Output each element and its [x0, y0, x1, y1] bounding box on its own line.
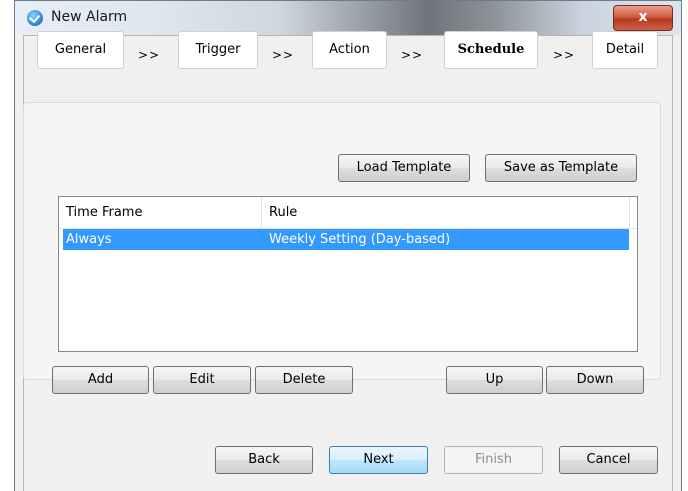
add-button[interactable]: Add — [52, 366, 149, 394]
step-action[interactable]: Action — [312, 31, 387, 69]
step-trigger[interactable]: Trigger — [178, 31, 258, 69]
finish-button: Finish — [444, 446, 543, 474]
column-header-rule[interactable]: Rule — [262, 197, 630, 228]
load-template-button[interactable]: Load Template — [338, 154, 470, 182]
app-check-icon — [27, 10, 43, 26]
title-bar[interactable]: New Alarm x — [15, 1, 681, 35]
step-separator: >> — [138, 48, 161, 62]
step-separator: >> — [401, 48, 424, 62]
step-schedule[interactable]: Schedule — [444, 31, 538, 69]
step-separator: >> — [272, 48, 295, 62]
time-frame-cell: Always — [66, 232, 112, 247]
schedule-table[interactable]: Time Frame Rule Always Weekly Setting (D… — [58, 196, 638, 352]
next-button[interactable]: Next — [329, 446, 428, 474]
window-title: New Alarm — [51, 9, 128, 25]
up-button[interactable]: Up — [446, 366, 543, 394]
step-detail[interactable]: Detail — [592, 31, 658, 69]
delete-button[interactable]: Delete — [255, 366, 353, 394]
back-button[interactable]: Back — [215, 446, 313, 474]
down-button[interactable]: Down — [546, 366, 644, 394]
edit-button[interactable]: Edit — [153, 366, 251, 394]
rule-cell: Weekly Setting (Day-based) — [269, 232, 451, 247]
column-header-time-frame[interactable]: Time Frame — [59, 197, 262, 228]
cancel-button[interactable]: Cancel — [559, 446, 658, 474]
table-header: Time Frame Rule — [59, 197, 637, 229]
save-as-template-button[interactable]: Save as Template — [485, 154, 637, 182]
step-general[interactable]: General — [37, 31, 124, 69]
step-separator: >> — [553, 48, 576, 62]
close-button[interactable]: x — [613, 5, 673, 31]
table-row[interactable]: Always Weekly Setting (Day-based) — [63, 229, 629, 250]
